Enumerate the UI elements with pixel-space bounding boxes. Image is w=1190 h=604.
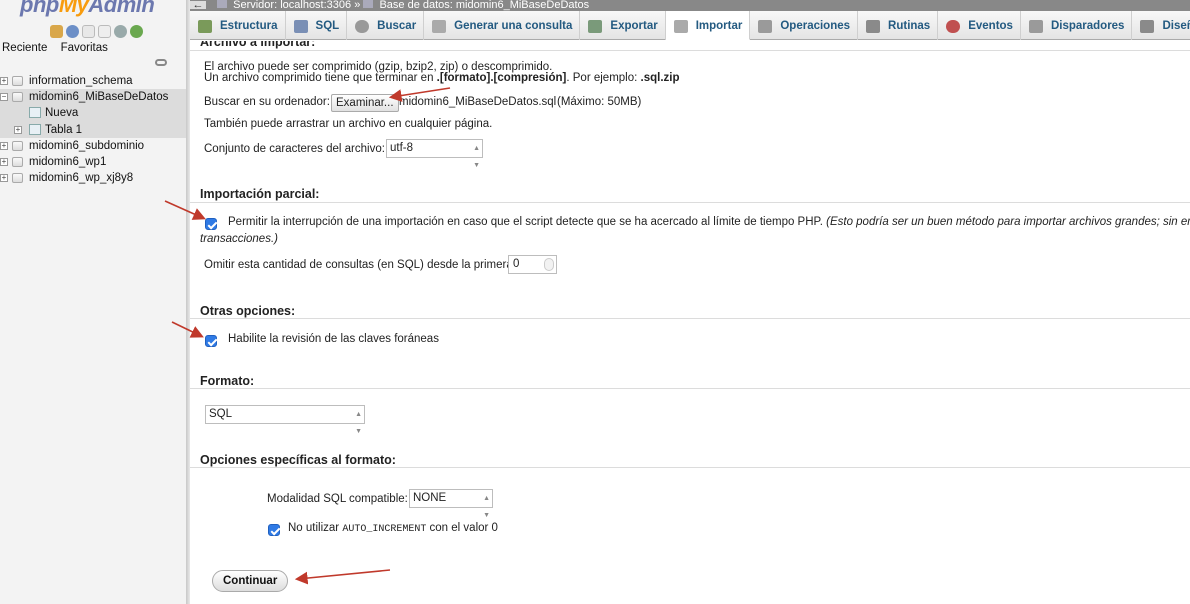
favorites-link[interactable]: Favoritas bbox=[61, 42, 108, 54]
expand-icon[interactable]: + bbox=[0, 174, 8, 183]
sql-icon bbox=[293, 20, 308, 33]
tab-generar-consulta[interactable]: Generar una consulta bbox=[424, 11, 581, 40]
query-window-icon[interactable] bbox=[98, 25, 111, 38]
file-heading: Archivo a importar: bbox=[200, 41, 316, 49]
format-options-heading: Opciones específicas al formato: bbox=[200, 453, 396, 467]
max-size-label: (Máximo: 50MB) bbox=[557, 96, 642, 108]
tab-exportar[interactable]: Exportar bbox=[580, 11, 666, 40]
sql-compat-label: Modalidad SQL compatible: bbox=[267, 493, 408, 505]
tree-item[interactable]: + Tabla 1 bbox=[0, 121, 186, 138]
browse-button[interactable]: Examinar... bbox=[331, 94, 399, 112]
query-icon bbox=[432, 20, 447, 33]
sql-compat-select[interactable]: NONE ▲ ▼ bbox=[409, 489, 493, 519]
expand-icon[interactable]: + bbox=[0, 77, 8, 85]
drag-hint: También puede arrastrar un archivo en cu… bbox=[204, 118, 493, 130]
triggers-icon bbox=[1028, 20, 1043, 33]
no-auto-increment-checkbox[interactable] bbox=[268, 524, 280, 536]
reload-icon[interactable] bbox=[130, 25, 143, 38]
tab-importar[interactable]: Importar bbox=[665, 11, 751, 40]
foreign-keys-label[interactable]: Habilite la revisión de las claves forán… bbox=[228, 333, 439, 345]
tab-buscar[interactable]: Buscar bbox=[347, 11, 425, 40]
other-options-heading: Otras opciones: bbox=[200, 304, 296, 318]
new-table-icon bbox=[29, 107, 41, 119]
tab-disenador[interactable]: Diseñador bbox=[1132, 11, 1190, 40]
divider bbox=[190, 318, 1190, 319]
docs-icon[interactable] bbox=[82, 25, 95, 38]
tab-operaciones[interactable]: Operaciones bbox=[750, 11, 859, 40]
database-tree: + information_schema − midomin6_MiBaseDe… bbox=[0, 73, 186, 186]
tab-disparadores[interactable]: Disparadores bbox=[1021, 11, 1133, 40]
export-icon bbox=[588, 20, 603, 33]
breadcrumb-separator: » bbox=[354, 0, 361, 11]
tab-estructura[interactable]: Estructura bbox=[190, 11, 286, 40]
charset-label: Conjunto de caracteres del archivo: bbox=[204, 143, 385, 155]
database-icon bbox=[12, 173, 23, 184]
charset-select[interactable]: utf-8 ▲ ▼ bbox=[386, 139, 483, 169]
breadcrumb: ← Servidor: localhost:3306 » Base de dat… bbox=[190, 0, 1190, 11]
search-icon bbox=[355, 20, 370, 33]
divider bbox=[190, 50, 1190, 51]
database-icon bbox=[363, 0, 374, 8]
operations-icon bbox=[758, 20, 773, 33]
tab-eventos[interactable]: Eventos bbox=[938, 11, 1021, 40]
stepper-icon[interactable] bbox=[544, 258, 554, 271]
recent-link[interactable]: Reciente bbox=[2, 42, 47, 54]
tree-item[interactable]: + midomin6_wp1 bbox=[0, 154, 186, 170]
database-icon bbox=[12, 92, 23, 103]
continue-button[interactable]: Continuar bbox=[212, 570, 289, 592]
browse-label: Buscar en su ordenador: bbox=[204, 96, 330, 108]
tree-item[interactable]: + midomin6_wp_xj8y8 bbox=[0, 170, 186, 186]
foreign-keys-checkbox[interactable] bbox=[205, 335, 217, 347]
skip-queries-label: Omitir esta cantidad de consultas (en SQ… bbox=[204, 259, 516, 271]
table-icon bbox=[29, 123, 41, 135]
expand-icon[interactable]: + bbox=[0, 141, 8, 150]
link-icon[interactable] bbox=[155, 59, 167, 66]
home-icon[interactable] bbox=[50, 25, 63, 38]
import-form: Archivo a importar: El archivo puede ser… bbox=[190, 41, 1190, 604]
tree-item[interactable]: + midomin6_subdominio bbox=[0, 138, 186, 154]
divider bbox=[190, 202, 1190, 203]
chevron-down-icon: ▲ ▼ bbox=[483, 495, 490, 519]
expand-icon[interactable]: + bbox=[0, 157, 8, 166]
tree-item[interactable]: Nueva bbox=[0, 105, 186, 122]
collapse-icon[interactable]: − bbox=[0, 93, 8, 102]
partial-import-heading: Importación parcial: bbox=[200, 187, 320, 201]
divider bbox=[190, 467, 1190, 468]
no-auto-increment-label[interactable]: No utilizar AUTO_INCREMENT con el valor … bbox=[288, 522, 498, 535]
chevron-down-icon: ▲ ▼ bbox=[355, 411, 362, 435]
breadcrumb-database[interactable]: Base de datos: midomin6_MiBaseDeDatos bbox=[379, 0, 589, 11]
format-select[interactable]: SQL ▲ ▼ bbox=[205, 405, 365, 435]
chevron-down-icon: ▲ ▼ bbox=[473, 145, 480, 169]
events-icon bbox=[946, 20, 961, 33]
designer-icon bbox=[1140, 20, 1155, 33]
expand-icon[interactable]: + bbox=[14, 125, 22, 134]
compression-info-2: Un archivo comprimido tiene que terminar… bbox=[204, 72, 680, 84]
settings-icon[interactable] bbox=[114, 25, 127, 38]
tab-bar: Estructura SQL Buscar Generar una consul… bbox=[190, 11, 1190, 40]
tab-sql[interactable]: SQL bbox=[286, 11, 348, 40]
skip-queries-input[interactable]: 0 bbox=[508, 255, 557, 274]
database-icon bbox=[12, 156, 23, 167]
allow-interrupt-label[interactable]: Permitir la interrupción de una importac… bbox=[228, 216, 1190, 228]
tree-item[interactable]: + information_schema bbox=[0, 73, 186, 89]
quick-icons bbox=[50, 25, 143, 38]
navigation-panel: phpMyAdmin Reciente Favoritas + informat… bbox=[0, 0, 187, 604]
routines-icon bbox=[866, 20, 881, 33]
format-heading: Formato: bbox=[200, 374, 255, 388]
tab-rutinas[interactable]: Rutinas bbox=[858, 11, 939, 40]
database-icon bbox=[12, 140, 23, 151]
phpmyadmin-logo[interactable]: phpMyAdmin bbox=[20, 0, 155, 18]
help-icon[interactable] bbox=[66, 25, 79, 38]
import-icon bbox=[673, 20, 688, 33]
allow-interrupt-checkbox[interactable] bbox=[205, 218, 217, 230]
tree-item[interactable]: − midomin6_MiBaseDeDatos bbox=[0, 89, 186, 106]
structure-icon bbox=[198, 20, 212, 33]
breadcrumb-server[interactable]: Servidor: localhost:3306 bbox=[233, 0, 351, 11]
divider bbox=[190, 388, 1190, 389]
back-arrow-icon[interactable]: ← bbox=[190, 0, 206, 11]
allow-interrupt-note: transacciones.) bbox=[200, 233, 278, 245]
server-icon bbox=[217, 0, 228, 8]
database-icon bbox=[12, 76, 23, 86]
selected-file-name: midomin6_MiBaseDeDatos.sql bbox=[399, 96, 557, 108]
